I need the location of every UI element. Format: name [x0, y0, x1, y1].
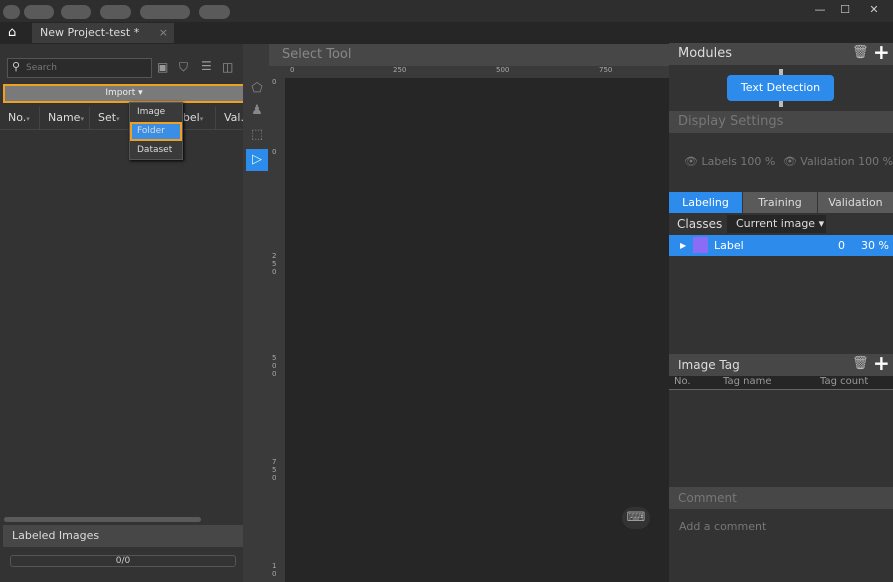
- col-set[interactable]: Set▾: [90, 107, 130, 129]
- class-percent: 30 %: [861, 239, 889, 252]
- labels-opacity[interactable]: 100 %: [740, 155, 775, 168]
- labeled-images-title: Labeled Images: [3, 525, 243, 547]
- display-settings-row: 👁 Labels 100 % 👁 Validation 100 %: [684, 155, 893, 168]
- menu-item-folder[interactable]: Folder: [130, 122, 182, 141]
- class-name: Label: [714, 239, 744, 252]
- comment-input[interactable]: Add a comment: [679, 520, 766, 533]
- close-tab-icon[interactable]: ×: [159, 26, 168, 39]
- validation-text: Validation: [800, 155, 855, 168]
- col-label: No.: [8, 111, 27, 124]
- vertical-ruler: 0 0 250 500 750 10: [269, 66, 285, 582]
- labeled-progress-bar: 0/0: [10, 555, 236, 567]
- labels-text: Labels: [701, 155, 737, 168]
- add-module-icon[interactable]: +: [873, 40, 890, 64]
- title-bar: [0, 0, 893, 22]
- eye-icon[interactable]: 👁: [783, 155, 797, 168]
- view-toggle-icon[interactable]: ◫: [222, 60, 233, 74]
- tab-project[interactable]: New Project-test * ×: [32, 23, 174, 43]
- ruler-tick: 10: [272, 562, 277, 578]
- class-row[interactable]: ▶ Label 0 30 %: [669, 235, 893, 256]
- search-icon: ⚲: [12, 60, 21, 73]
- import-button[interactable]: Import ▾: [3, 84, 245, 103]
- stamp-tool-icon[interactable]: ♟: [246, 100, 268, 122]
- menu-pill[interactable]: [3, 5, 20, 19]
- eye-icon[interactable]: 👁: [684, 155, 698, 168]
- classes-filter-dropdown[interactable]: Current image ▾: [727, 215, 826, 233]
- menu-pill[interactable]: [100, 5, 131, 19]
- import-menu: Image Folder Dataset: [129, 102, 183, 160]
- tab-labeling[interactable]: Labeling: [669, 192, 742, 213]
- rect-select-icon[interactable]: ⬚: [246, 124, 268, 146]
- delete-tag-icon[interactable]: 🗑: [852, 356, 869, 371]
- module-text-detection[interactable]: Text Detection: [727, 75, 834, 101]
- ruler-tick: 0: [290, 66, 295, 74]
- keyboard-icon[interactable]: ⌨: [622, 507, 650, 529]
- ruler-tick: 0: [272, 148, 277, 156]
- tab-label: New Project-test *: [40, 26, 140, 39]
- ruler-tick: 250: [393, 66, 407, 74]
- horizontal-scrollbar[interactable]: [4, 517, 201, 522]
- menu-item-dataset[interactable]: Dataset: [130, 141, 182, 160]
- class-count: 0: [838, 239, 845, 252]
- display-settings-title: Display Settings: [669, 111, 893, 133]
- list-icon[interactable]: ☰: [201, 59, 212, 73]
- menu-pill[interactable]: [61, 5, 91, 19]
- col-label: Name: [48, 111, 81, 124]
- ruler-tick: 500: [272, 354, 277, 378]
- filter-icon[interactable]: ⛉: [179, 60, 188, 75]
- menu-pill[interactable]: [140, 5, 190, 19]
- col-label: Set: [98, 111, 117, 124]
- minimize-icon[interactable]: —: [810, 3, 830, 19]
- delete-module-icon[interactable]: 🗑: [852, 45, 869, 60]
- col-tag-name: Tag name: [723, 376, 772, 387]
- ruler-tick: 250: [272, 252, 277, 276]
- ruler-tick: 0: [272, 78, 277, 86]
- select-tool-icon[interactable]: ▷: [246, 149, 268, 171]
- search-input[interactable]: ⚲ Search: [7, 58, 152, 78]
- menu-pill[interactable]: [24, 5, 54, 19]
- search-placeholder: Search: [26, 63, 57, 73]
- divider: [0, 129, 243, 130]
- col-name[interactable]: Name▾: [40, 107, 90, 129]
- menu-item-image[interactable]: Image: [130, 103, 182, 122]
- col-no: No.: [674, 376, 691, 387]
- home-icon[interactable]: ⌂: [8, 25, 16, 40]
- ruler-tick: 500: [496, 66, 510, 74]
- validation-opacity[interactable]: 100 %: [858, 155, 893, 168]
- expand-icon[interactable]: ▶: [680, 235, 686, 256]
- add-tag-icon[interactable]: +: [873, 351, 890, 375]
- tab-validation[interactable]: Validation: [818, 192, 893, 213]
- image-canvas[interactable]: [285, 78, 669, 582]
- col-val[interactable]: Val.: [216, 107, 244, 129]
- col-no[interactable]: No.▾: [0, 107, 40, 129]
- class-color-swatch[interactable]: [693, 237, 708, 253]
- tool-title: Select Tool: [269, 44, 669, 66]
- col-tag-count: Tag count: [820, 376, 869, 387]
- classes-filter-value: Current image: [736, 217, 816, 230]
- ruler-tick: 750: [599, 66, 613, 74]
- comment-title: Comment: [669, 487, 893, 509]
- col-label: Val.: [224, 111, 244, 124]
- tab-training[interactable]: Training: [743, 192, 817, 213]
- horizontal-ruler: 0 250 500 750: [285, 66, 669, 78]
- close-icon[interactable]: ✕: [864, 3, 884, 19]
- import-label: Import: [105, 88, 136, 98]
- maximize-icon[interactable]: ☐: [835, 3, 855, 19]
- tag-table-header: No. Tag name Tag count: [669, 376, 893, 390]
- menu-pill[interactable]: [199, 5, 230, 19]
- classes-label: Classes: [677, 217, 723, 231]
- image-filter-icon[interactable]: ▣: [157, 60, 168, 74]
- polygon-tool-icon[interactable]: ⬠: [246, 78, 268, 100]
- ruler-tick: 750: [272, 458, 277, 482]
